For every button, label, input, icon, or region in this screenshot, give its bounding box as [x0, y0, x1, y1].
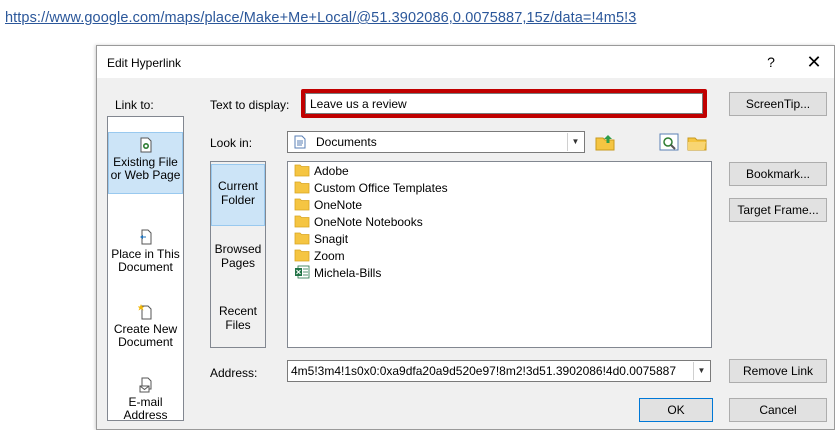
link-to-existing-file[interactable]: Existing File or Web Page — [108, 132, 183, 194]
folder-icon — [294, 249, 310, 262]
text-to-display-label: Text to display: — [210, 98, 290, 112]
link-to-place-in-document[interactable]: Place in This Document — [108, 229, 183, 274]
text-to-display-input[interactable]: Leave us a review — [305, 93, 703, 114]
look-in-label: Look in: — [210, 136, 253, 150]
ok-button[interactable]: OK — [639, 398, 713, 422]
folder-icon — [294, 232, 310, 245]
tab-current-folder[interactable]: Current Folder — [211, 164, 265, 226]
tab-label-b: Pages — [220, 256, 256, 270]
remove-link-button[interactable]: Remove Link — [729, 359, 827, 383]
chevron-down-icon[interactable]: ▼ — [693, 362, 709, 380]
folder-icon — [294, 198, 310, 211]
bookmark-button[interactable]: Bookmark... — [729, 162, 827, 186]
list-item[interactable]: OneNote Notebooks — [294, 213, 423, 231]
folder-icon — [294, 181, 310, 194]
tab-label-b: Files — [225, 318, 251, 332]
list-item[interactable]: Adobe — [294, 162, 349, 180]
list-item[interactable]: OneNote — [294, 196, 362, 214]
browse-file-icon[interactable] — [686, 131, 708, 153]
screentip-button[interactable]: ScreenTip... — [729, 92, 827, 116]
existing-file-icon — [140, 137, 151, 153]
folder-icon — [294, 164, 310, 177]
file-name: OneNote Notebooks — [314, 215, 423, 229]
file-name: Adobe — [314, 164, 349, 178]
look-in-value: Documents — [316, 135, 377, 149]
link-to-label-b: or Web Page — [110, 168, 181, 182]
email-address-icon — [139, 377, 151, 393]
cancel-button[interactable]: Cancel — [729, 398, 827, 422]
list-item[interactable]: Custom Office Templates — [294, 179, 448, 197]
folder-icon — [294, 215, 310, 228]
browse-web-icon[interactable] — [658, 131, 680, 153]
address-value: 4m5!3m4!1s0x0:0xa9dfa20a9d520e97!8m2!3d5… — [291, 364, 676, 378]
link-to-label-b: Document — [118, 260, 173, 274]
tab-label-a: Browsed — [214, 242, 262, 256]
place-in-document-icon — [139, 229, 151, 245]
file-name: OneNote — [314, 198, 363, 212]
look-in-dropdown[interactable]: Documents ▼ — [287, 131, 585, 153]
file-name: Custom Office Templates — [314, 181, 448, 195]
link-to-email-address[interactable]: E-mail Address — [108, 377, 183, 422]
link-to-create-new-document[interactable]: Create New Document — [108, 304, 183, 349]
chevron-down-icon[interactable]: ▼ — [567, 133, 583, 151]
tab-browsed-pages[interactable]: Browsed Pages — [211, 242, 265, 270]
up-folder-icon[interactable] — [594, 131, 616, 153]
tab-label-a: Recent — [218, 304, 258, 318]
edit-hyperlink-dialog: Edit Hyperlink ? ✕ Link to: Existing Fil… — [96, 45, 835, 430]
file-name: Michela-Bills — [314, 266, 382, 280]
document-hyperlink-line1[interactable]: https://www.google.com/maps/place/Make+M… — [5, 10, 636, 26]
documents-icon — [294, 135, 306, 149]
file-name: Zoom — [314, 249, 345, 263]
create-new-document-icon — [137, 304, 151, 320]
title-bar: Edit Hyperlink ? ✕ — [97, 46, 834, 78]
file-name: Snagit — [314, 232, 349, 246]
link-to-label: Link to: — [115, 98, 154, 112]
close-button[interactable]: ✕ — [801, 51, 827, 73]
list-item[interactable]: Michela-Bills — [294, 264, 381, 282]
help-button[interactable]: ? — [761, 52, 781, 72]
link-to-panel: Existing File or Web Page Place in This … — [107, 116, 184, 422]
dialog-title: Edit Hyperlink — [107, 56, 182, 70]
list-item[interactable]: Zoom — [294, 247, 345, 265]
browse-tabs: Current Folder Browsed Pages Recent File… — [210, 161, 266, 348]
tab-label-b: Folder — [220, 193, 255, 207]
excel-file-icon — [295, 265, 310, 279]
file-list[interactable]: Adobe Custom Office Templates OneNote On… — [287, 161, 712, 348]
link-to-label-a: Place in This — [111, 247, 180, 261]
link-to-label-b: Document — [118, 335, 173, 349]
link-to-label-a: E-mail — [128, 395, 163, 409]
tab-label-a: Current — [217, 179, 258, 193]
link-to-label-a: Create New — [113, 322, 178, 336]
address-label: Address: — [210, 366, 258, 380]
tab-recent-files[interactable]: Recent Files — [211, 304, 265, 332]
link-to-label-b: Address — [123, 408, 168, 422]
list-item[interactable]: Snagit — [294, 230, 348, 248]
address-input[interactable]: 4m5!3m4!1s0x0:0xa9dfa20a9d520e97!8m2!3d5… — [287, 360, 711, 382]
link-to-label-a: Existing File — [113, 155, 178, 169]
target-frame-button[interactable]: Target Frame... — [729, 198, 827, 222]
